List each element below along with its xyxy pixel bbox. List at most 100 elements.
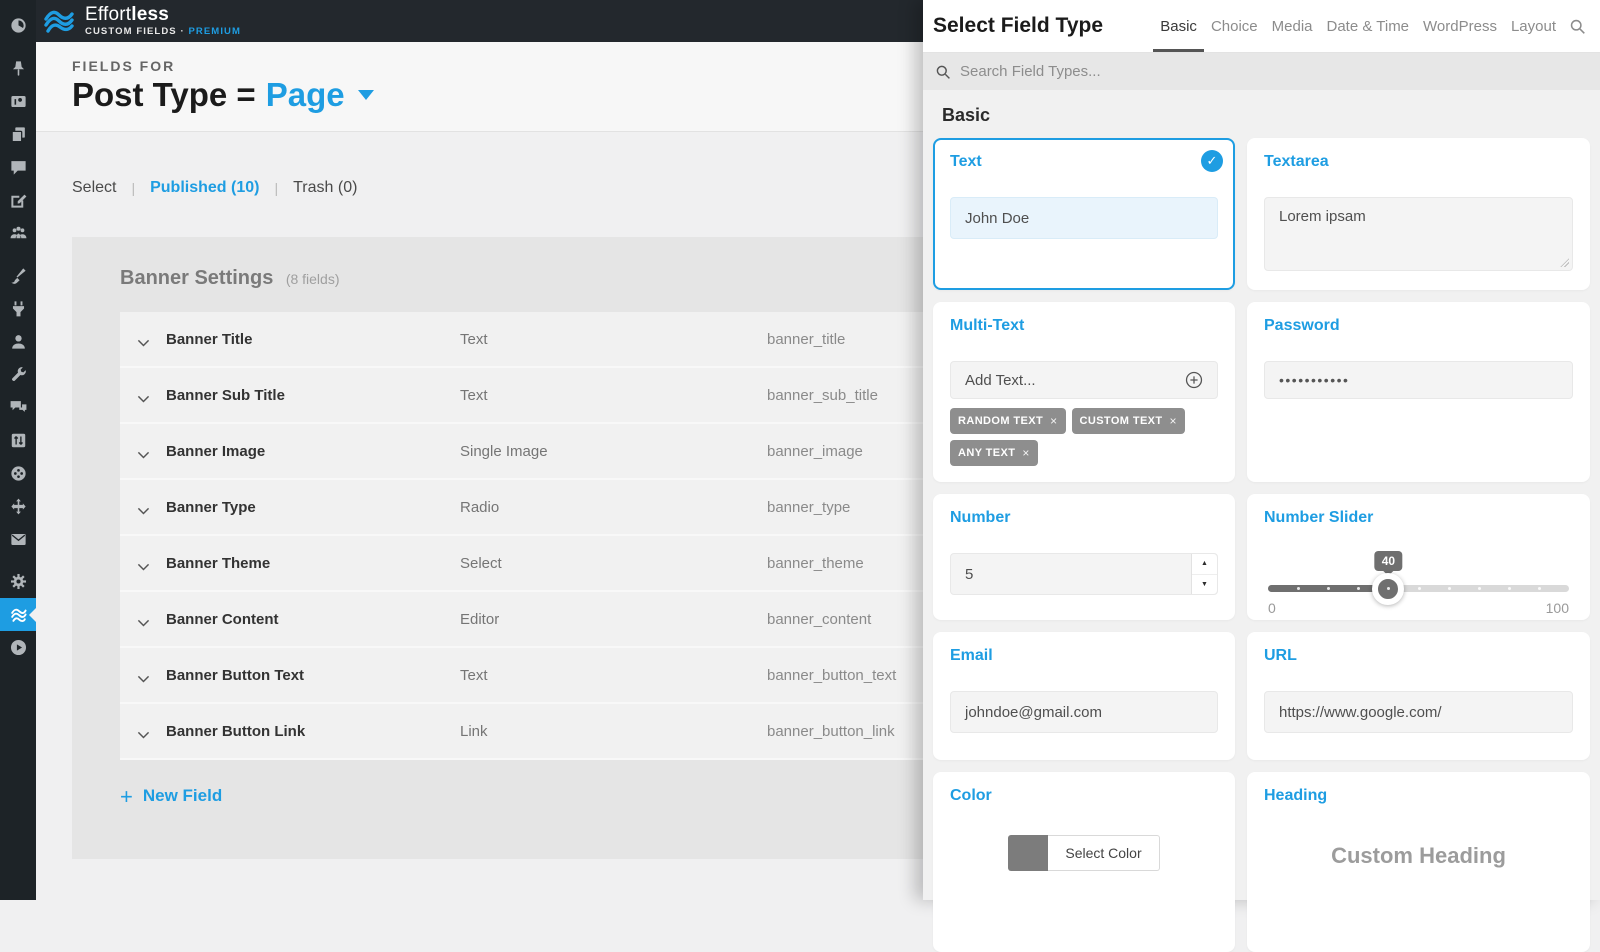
chevron-down-icon[interactable] (137, 335, 150, 344)
tag-pill[interactable]: RANDOM TEXT× (950, 408, 1066, 434)
field-slug: banner_type (767, 499, 850, 516)
field-label: Banner Title (166, 331, 460, 348)
field-row-banner_image[interactable]: Banner ImageSingle Imagebanner_image (120, 424, 923, 480)
settings-gear-icon (9, 572, 28, 591)
sidebar-item-tools-wrench[interactable] (0, 358, 36, 391)
group-field-count: (8 fields) (286, 271, 340, 287)
chevron-down-icon[interactable] (137, 447, 150, 456)
field-type-card-number-slider[interactable]: Number Slider 40 0 100 (1247, 494, 1590, 620)
panel-search-icon[interactable] (1569, 18, 1586, 35)
sidebar-item-chat-bubbles[interactable] (0, 391, 36, 424)
sidebar-item-audience[interactable] (0, 217, 36, 250)
tag-label: ANY TEXT (958, 447, 1015, 459)
chevron-down-icon[interactable] (137, 559, 150, 568)
sidebar-item-edit[interactable] (0, 184, 36, 217)
tag-remove-icon[interactable]: × (1050, 414, 1057, 428)
filter-select[interactable]: Select (72, 179, 116, 197)
chat-bubbles-icon (9, 398, 28, 417)
tab-media[interactable]: Media (1265, 0, 1320, 52)
tag-pill[interactable]: ANY TEXT × (950, 440, 1038, 466)
tag-pill[interactable]: CUSTOM TEXT× (1072, 408, 1185, 434)
field-row-banner_sub_title[interactable]: Banner Sub TitleTextbanner_sub_title (120, 368, 923, 424)
sidebar-item-settings-gear[interactable] (0, 565, 36, 598)
field-label: Banner Image (166, 443, 460, 460)
text-preview-input[interactable]: John Doe (950, 197, 1218, 239)
sidebar-item-appearance-brush[interactable] (0, 259, 36, 292)
chevron-down-icon[interactable] (137, 671, 150, 680)
tab-choice[interactable]: Choice (1204, 0, 1265, 52)
tab-layout[interactable]: Layout (1504, 0, 1563, 52)
field-label: Banner Theme (166, 555, 460, 572)
sidebar-item-pages[interactable] (0, 118, 36, 151)
page-header: FIELDS FOR Post Type = Page (36, 42, 923, 132)
new-field-button[interactable]: + New Field (120, 786, 923, 806)
tab-date-time[interactable]: Date & Time (1320, 0, 1417, 52)
multi-text-preview-input[interactable]: Add Text... (950, 361, 1218, 399)
tools-wrench-icon (9, 365, 28, 384)
field-type-card-multi-text[interactable]: Multi-Text Add Text... RANDOM TEXT×CUSTO… (933, 302, 1235, 482)
sidebar-item-video-reel[interactable] (0, 457, 36, 490)
field-type: Radio (460, 499, 767, 516)
field-type-card-url[interactable]: URL https://www.google.com/ (1247, 632, 1590, 760)
sidebar-item-sliders[interactable] (0, 424, 36, 457)
filter-trash-0[interactable]: Trash (0) (293, 179, 357, 197)
filter-separator: | (131, 180, 135, 196)
post-type-dropdown[interactable]: Page (266, 76, 374, 114)
play-icon (9, 638, 28, 657)
field-row-banner_button_link[interactable]: Banner Button LinkLinkbanner_button_link (120, 704, 923, 760)
field-type-card-color[interactable]: Color Select Color (933, 772, 1235, 952)
tag-remove-icon[interactable]: × (1022, 446, 1029, 460)
field-slug: banner_button_link (767, 723, 895, 740)
field-label: Banner Sub Title (166, 387, 460, 404)
chevron-down-icon[interactable] (137, 503, 150, 512)
tab-basic[interactable]: Basic (1153, 0, 1204, 52)
sidebar-item-mail[interactable] (0, 523, 36, 556)
select-color-button[interactable]: Select Color (1008, 835, 1159, 871)
number-preview-input[interactable]: 5 ▲ ▼ (950, 553, 1218, 595)
sidebar-item-comments[interactable] (0, 151, 36, 184)
sidebar-item-plugins[interactable] (0, 292, 36, 325)
add-text-plus-icon[interactable] (1185, 371, 1203, 389)
chevron-down-icon[interactable] (137, 615, 150, 624)
section-title-basic: Basic (942, 105, 1590, 126)
tag-remove-icon[interactable]: × (1170, 414, 1177, 428)
number-slider-track[interactable]: 40 (1268, 585, 1569, 592)
sidebar-item-pin-posts[interactable] (0, 52, 36, 85)
field-type-card-textarea[interactable]: Textarea Lorem ipsam (1247, 138, 1590, 290)
tab-wordpress[interactable]: WordPress (1416, 0, 1504, 52)
sidebar-item-effortless-wave[interactable] (0, 598, 36, 631)
sidebar-item-play[interactable] (0, 631, 36, 664)
field-label: Banner Button Link (166, 723, 460, 740)
field-type-card-heading[interactable]: Heading Custom Heading (1247, 772, 1590, 952)
spinner-up-icon[interactable]: ▲ (1192, 554, 1217, 575)
comments-icon (9, 158, 28, 177)
field-type-card-password[interactable]: Password ••••••••••• (1247, 302, 1590, 482)
email-preview-input[interactable]: johndoe@gmail.com (950, 691, 1218, 733)
field-row-banner_button_text[interactable]: Banner Button TextTextbanner_button_text (120, 648, 923, 704)
field-type-card-email[interactable]: Email johndoe@gmail.com (933, 632, 1235, 760)
password-preview-input[interactable]: ••••••••••• (1264, 361, 1573, 399)
field-row-banner_title[interactable]: Banner TitleTextbanner_title (120, 312, 923, 368)
plus-icon: + (120, 788, 133, 805)
post-type-label: Post Type = (72, 76, 256, 114)
chevron-down-icon[interactable] (137, 391, 150, 400)
sidebar-item-move[interactable] (0, 490, 36, 523)
search-field-types-input[interactable]: Search Field Types... (923, 53, 1600, 90)
field-type-card-number[interactable]: Number 5 ▲ ▼ (933, 494, 1235, 620)
field-type: Text (460, 667, 767, 684)
dashboard-icon (9, 16, 28, 35)
field-type-card-text[interactable]: Text ✓ John Doe (933, 138, 1235, 290)
sidebar-item-media[interactable] (0, 85, 36, 118)
sidebar-item-users[interactable] (0, 325, 36, 358)
chevron-down-icon[interactable] (137, 727, 150, 736)
field-row-banner_type[interactable]: Banner TypeRadiobanner_type (120, 480, 923, 536)
field-row-banner_content[interactable]: Banner ContentEditorbanner_content (120, 592, 923, 648)
filter-published-10[interactable]: Published (10) (150, 179, 259, 197)
field-row-banner_theme[interactable]: Banner ThemeSelectbanner_theme (120, 536, 923, 592)
textarea-preview-input[interactable]: Lorem ipsam (1264, 197, 1573, 271)
sliders-icon (9, 431, 28, 450)
url-preview-input[interactable]: https://www.google.com/ (1264, 691, 1573, 733)
field-type: Text (460, 387, 767, 404)
sidebar-item-dashboard[interactable] (0, 9, 36, 42)
spinner-down-icon[interactable]: ▼ (1192, 575, 1217, 595)
